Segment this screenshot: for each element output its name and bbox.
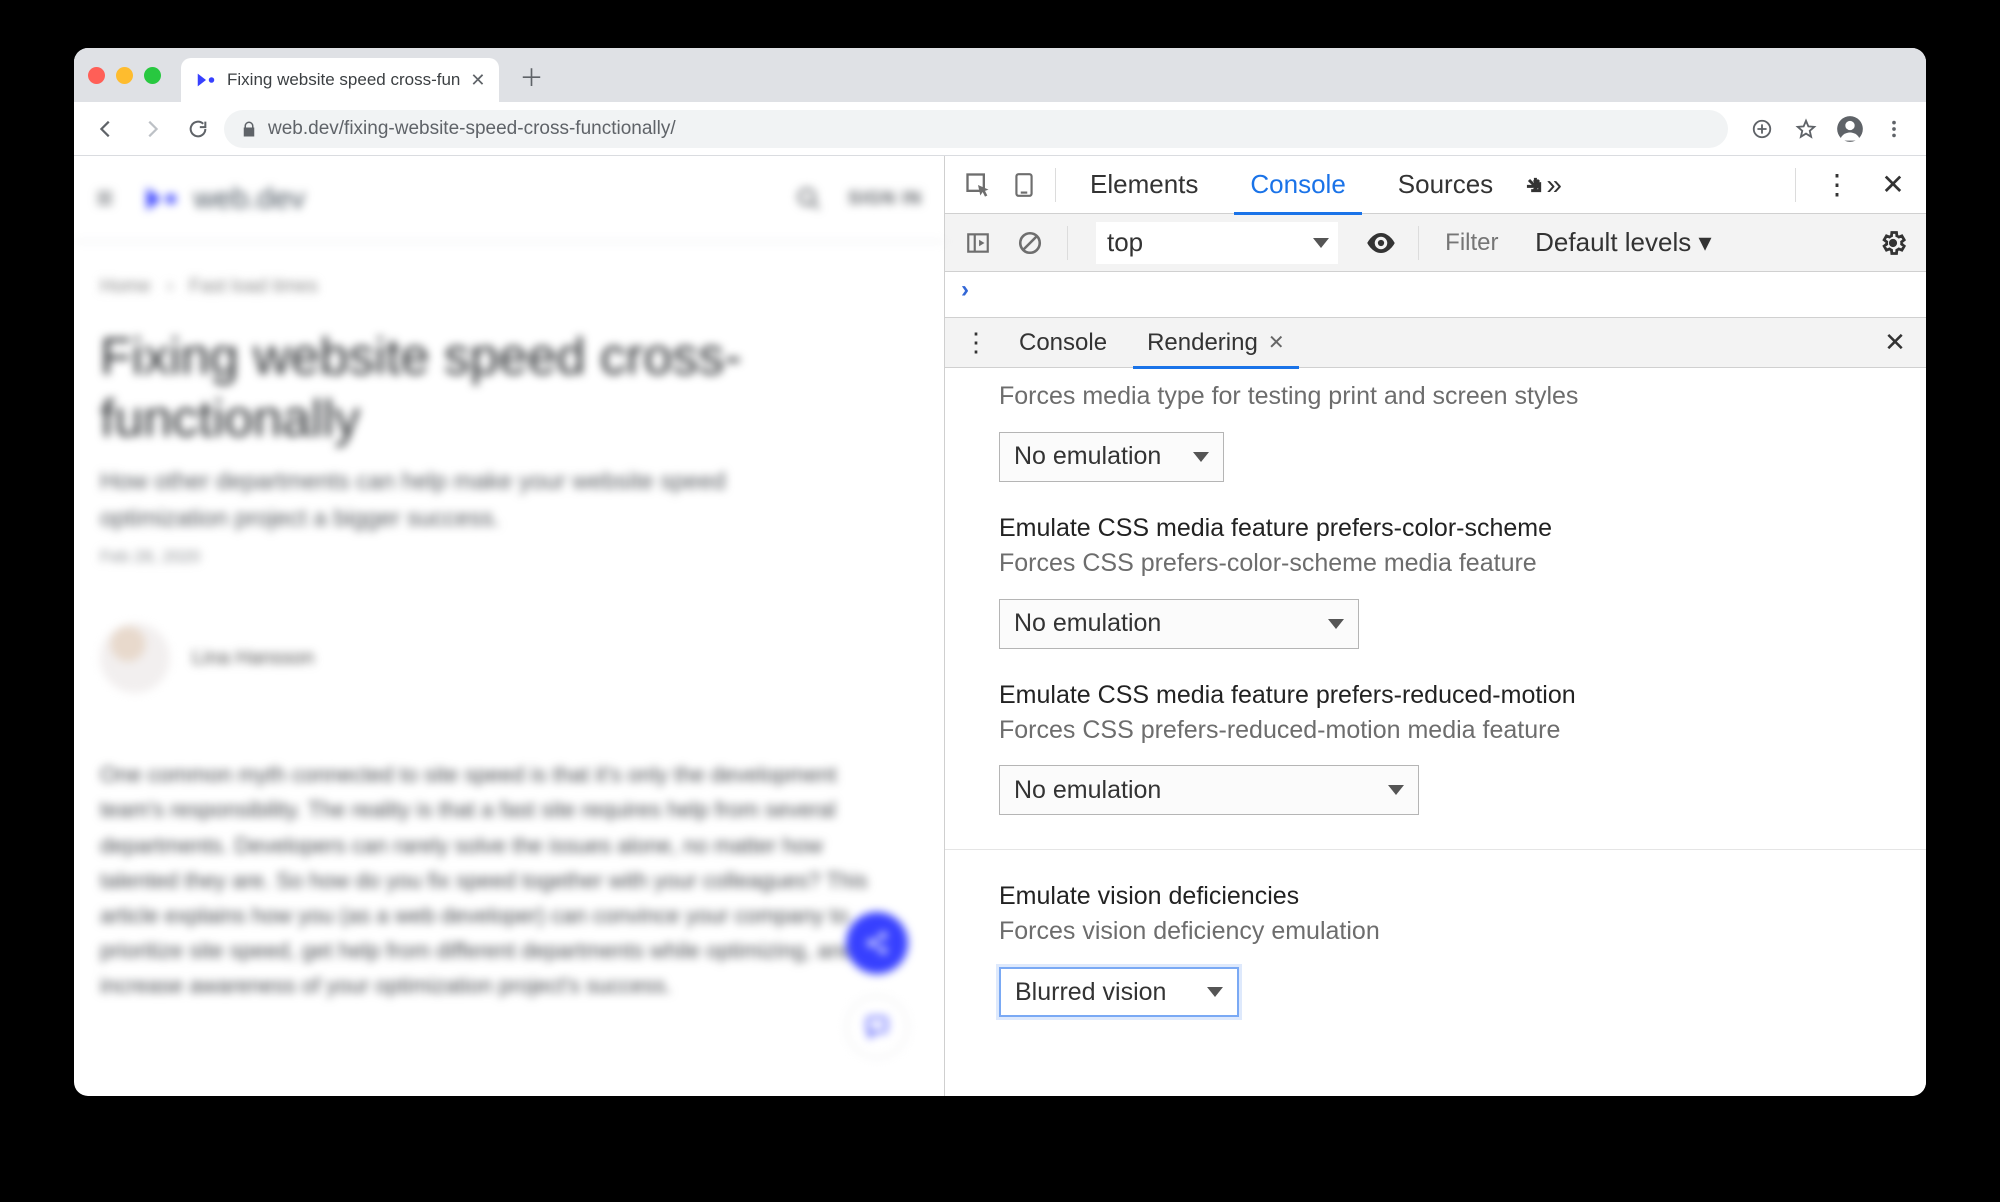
- close-window-button[interactable]: [88, 67, 105, 84]
- tab-sources[interactable]: Sources: [1372, 156, 1519, 214]
- media-type-select[interactable]: No emulation: [999, 432, 1224, 482]
- filter-input[interactable]: [1445, 229, 1519, 257]
- reduced-motion-title: Emulate CSS media feature prefers-reduce…: [945, 649, 1926, 710]
- bookmark-button[interactable]: [1786, 109, 1826, 149]
- breadcrumb-section[interactable]: Fast load times: [189, 276, 318, 298]
- console-settings-icon[interactable]: [1870, 220, 1916, 266]
- chevron-down-icon: [1328, 619, 1344, 629]
- url-text: web.dev/fixing-website-speed-cross-funct…: [268, 118, 676, 140]
- feedback-fab[interactable]: [846, 996, 908, 1058]
- minimize-window-button[interactable]: [116, 67, 133, 84]
- color-scheme-select[interactable]: No emulation: [999, 599, 1359, 649]
- chevron-down-icon: [1207, 987, 1223, 997]
- reduced-motion-select[interactable]: No emulation: [999, 765, 1419, 815]
- more-tabs-icon[interactable]: »: [1519, 162, 1565, 208]
- article-body: One common myth connected to site speed …: [100, 757, 890, 1003]
- media-type-desc: Forces media type for testing print and …: [945, 368, 1926, 414]
- console-sidebar-toggle-icon[interactable]: [955, 220, 1001, 266]
- site-logo[interactable]: web.dev: [140, 182, 306, 216]
- author-name: Lina Hansson: [192, 647, 314, 670]
- drawer-tab-console[interactable]: Console: [999, 318, 1127, 368]
- context-selector[interactable]: top: [1096, 222, 1338, 264]
- vision-title: Emulate vision deficiencies: [945, 850, 1926, 911]
- devtools-menu-icon[interactable]: ⋮: [1814, 162, 1860, 208]
- drawer-close-icon[interactable]: ✕: [1872, 320, 1918, 366]
- chrome-menu-button[interactable]: [1874, 109, 1914, 149]
- tab-title: Fixing website speed cross-fun: [227, 70, 460, 90]
- vision-deficiency-select[interactable]: Blurred vision: [999, 967, 1239, 1017]
- rendering-panel: Forces media type for testing print and …: [945, 368, 1926, 1096]
- tab-elements[interactable]: Elements: [1064, 156, 1224, 214]
- reduced-motion-desc: Forces CSS prefers-reduced-motion media …: [945, 710, 1926, 748]
- browser-tab[interactable]: Fixing website speed cross-fun ✕: [181, 58, 499, 102]
- reload-button[interactable]: [178, 109, 218, 149]
- drawer-tab-rendering[interactable]: Rendering ✕: [1127, 318, 1305, 368]
- devtools-tab-bar: Elements Console Sources » ⋮ ✕: [945, 156, 1926, 214]
- page-title: Fixing website speed cross-functionally: [100, 326, 918, 451]
- lock-icon: [240, 120, 258, 138]
- site-name: web.dev: [194, 182, 306, 216]
- webdev-favicon-icon: [195, 69, 217, 91]
- page-date: Feb 28, 2020: [100, 547, 918, 567]
- clear-console-icon[interactable]: [1007, 220, 1053, 266]
- devtools-panel: Elements Console Sources » ⋮ ✕: [944, 156, 1926, 1096]
- console-toolbar: top Default levels ▾: [945, 214, 1926, 272]
- url-bar: web.dev/fixing-website-speed-cross-funct…: [74, 102, 1926, 156]
- address-bar[interactable]: web.dev/fixing-website-speed-cross-funct…: [224, 110, 1728, 148]
- sign-in-button[interactable]: SIGN IN: [848, 188, 922, 209]
- webpage-viewport: ≡ web.dev SIGN IN Home › Fast load times: [74, 156, 944, 1096]
- tab-strip: Fixing website speed cross-fun ✕ ＋: [74, 48, 1926, 102]
- breadcrumb-home[interactable]: Home: [100, 276, 151, 298]
- forward-button[interactable]: [132, 109, 172, 149]
- browser-window: Fixing website speed cross-fun ✕ ＋ web.d…: [74, 48, 1926, 1096]
- inspect-element-icon[interactable]: [955, 162, 1001, 208]
- tab-close-icon[interactable]: ✕: [470, 70, 485, 91]
- chevron-right-icon: ›: [167, 276, 173, 298]
- context-value: top: [1107, 227, 1143, 258]
- page-subtitle: How other departments can help make your…: [100, 463, 840, 537]
- search-icon[interactable]: [796, 186, 822, 212]
- share-fab[interactable]: [846, 912, 908, 974]
- device-toggle-icon[interactable]: [1001, 162, 1047, 208]
- maximize-window-button[interactable]: [144, 67, 161, 84]
- color-scheme-title: Emulate CSS media feature prefers-color-…: [945, 482, 1926, 543]
- chevron-down-icon: [1388, 785, 1404, 795]
- color-scheme-desc: Forces CSS prefers-color-scheme media fe…: [945, 543, 1926, 581]
- drawer-menu-icon[interactable]: ⋮: [953, 320, 999, 366]
- console-prompt-icon: ›: [961, 276, 969, 304]
- back-button[interactable]: [86, 109, 126, 149]
- hamburger-icon[interactable]: ≡: [96, 182, 114, 216]
- devtools-close-icon[interactable]: ✕: [1870, 162, 1916, 208]
- tab-console[interactable]: Console: [1224, 156, 1371, 214]
- window-controls: [88, 67, 161, 84]
- author-avatar: [100, 623, 170, 693]
- profile-button[interactable]: [1830, 109, 1870, 149]
- live-expression-icon[interactable]: [1358, 220, 1404, 266]
- drawer-tab-close-icon[interactable]: ✕: [1268, 330, 1285, 355]
- breadcrumb: Home › Fast load times: [74, 242, 944, 298]
- chevron-down-icon: [1313, 238, 1329, 248]
- drawer-tab-bar: ⋮ Console Rendering ✕ ✕: [945, 318, 1926, 368]
- install-button[interactable]: [1742, 109, 1782, 149]
- log-levels-selector[interactable]: Default levels ▾: [1535, 227, 1711, 258]
- vision-desc: Forces vision deficiency emulation: [945, 911, 1926, 949]
- new-tab-button[interactable]: ＋: [517, 61, 545, 89]
- chevron-down-icon: [1193, 452, 1209, 462]
- console-output[interactable]: ›: [945, 272, 1926, 318]
